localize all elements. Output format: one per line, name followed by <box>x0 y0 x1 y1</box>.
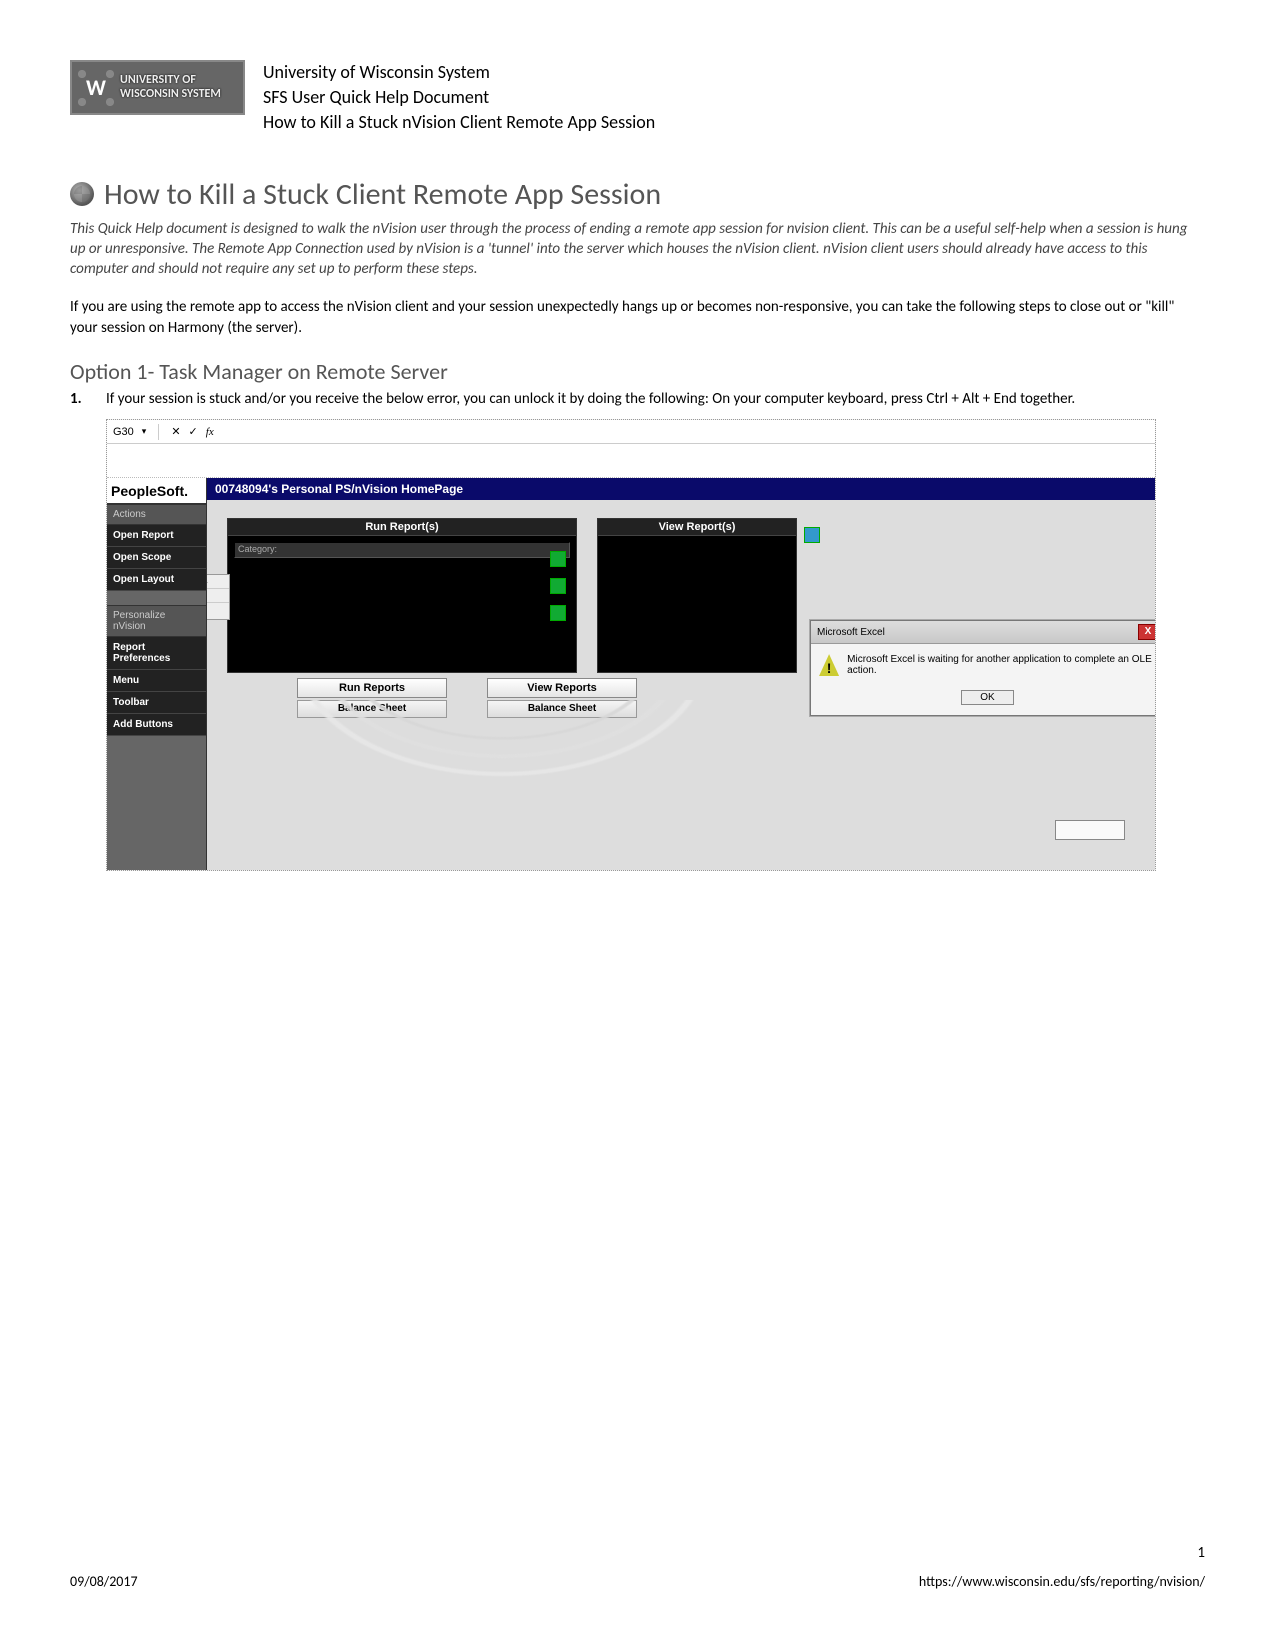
header-line-3: How to Kill a Stuck nVision Client Remot… <box>263 110 655 135</box>
accept-icon: ✓ <box>189 425 198 438</box>
sidebar-item-report-prefs[interactable]: Report Preferences <box>107 637 206 670</box>
view-report-panel: View Report(s) <box>597 518 797 673</box>
doc-header: W UNIVERSITY OF WISCONSIN SYSTEM Univers… <box>70 60 1205 136</box>
page-title: How to Kill a Stuck Client Remote App Se… <box>104 176 661 213</box>
panel-icon-1[interactable] <box>550 551 566 567</box>
fx-icon: fx <box>206 426 214 438</box>
page-number: 1 <box>1197 1544 1205 1562</box>
step-text: If your session is stuck and/or you rece… <box>106 389 1075 409</box>
warning-icon: ! <box>819 654 839 676</box>
sidebar-item-open-scope[interactable]: Open Scope <box>107 547 206 569</box>
sidebar-item-open-report[interactable]: Open Report <box>107 525 206 547</box>
nvision-sidebar: PeopleSoft. Actions Open Report Open Sco… <box>107 478 207 870</box>
excel-formula-bar: G30 ▾ ✕ ✓ fx <box>107 420 1155 444</box>
decorative-swoosh <box>287 700 717 850</box>
excel-ole-dialog: Microsoft Excel X ! Microsoft Excel is w… <box>810 620 1155 716</box>
option1-heading: Option 1- Task Manager on Remote Server <box>70 358 1205 385</box>
badge-line2: WISCONSIN SYSTEM <box>120 88 221 101</box>
dialog-ok-button[interactable]: OK <box>961 690 1013 705</box>
sidebar-item-open-layout[interactable]: Open Layout <box>107 569 206 591</box>
sidebar-item-toolbar[interactable]: Toolbar <box>107 692 206 714</box>
sidebar-section-personalize: Personalize nVision <box>107 605 206 637</box>
screenshot: G30 ▾ ✕ ✓ fx PeopleSoft. Actions Open Re… <box>106 419 1156 871</box>
cancel-icon: ✕ <box>171 425 180 438</box>
header-line-2: SFS User Quick Help Document <box>263 85 655 110</box>
view-reports-button[interactable]: View Reports <box>487 678 637 698</box>
dialog-close-button[interactable]: X <box>1138 624 1155 640</box>
user-select-box[interactable]: 00748094 OK <box>207 574 230 620</box>
uw-system-badge: W UNIVERSITY OF WISCONSIN SYSTEM <box>70 60 245 115</box>
view-report-caption: View Report(s) <box>598 519 796 536</box>
footer-date: 09/08/2017 <box>70 1573 138 1590</box>
run-report-caption: Run Report(s) <box>228 519 576 536</box>
dialog-message: Microsoft Excel is waiting for another a… <box>847 654 1155 676</box>
brand-label: PeopleSoft. <box>107 478 206 504</box>
run-reports-button[interactable]: Run Reports <box>297 678 447 698</box>
window-title: 00748094's Personal PS/nVision HomePage <box>207 478 1155 500</box>
badge-line1: UNIVERSITY OF <box>120 74 221 87</box>
page-footer: 09/08/2017 https://www.wisconsin.edu/sfs… <box>70 1573 1205 1590</box>
step-number: 1. <box>70 389 88 409</box>
intro-italic: This Quick Help document is designed to … <box>70 219 1205 280</box>
header-line-1: University of Wisconsin System <box>263 60 655 85</box>
footer-url: https://www.wisconsin.edu/sfs/reporting/… <box>919 1573 1205 1590</box>
dialog-title: Microsoft Excel <box>817 627 885 638</box>
sidebar-item-add-buttons[interactable]: Add Buttons <box>107 714 206 736</box>
cell-ref: G30 <box>113 426 134 438</box>
gear-globe-icon <box>70 182 94 206</box>
sidebar-item-menu[interactable]: Menu <box>107 670 206 692</box>
small-box <box>1055 820 1125 840</box>
panel-icon-3[interactable] <box>550 605 566 621</box>
sidebar-section-actions: Actions <box>107 504 206 525</box>
panel-side-icon[interactable] <box>804 527 820 543</box>
run-report-panel: Run Report(s) Category: 00748094 OK <box>227 518 577 673</box>
uw-crest-icon: W <box>78 70 114 106</box>
category-dropdown[interactable]: Category: <box>234 542 570 558</box>
intro-paragraph: If you are using the remote app to acces… <box>70 297 1205 338</box>
panel-icon-2[interactable] <box>550 578 566 594</box>
